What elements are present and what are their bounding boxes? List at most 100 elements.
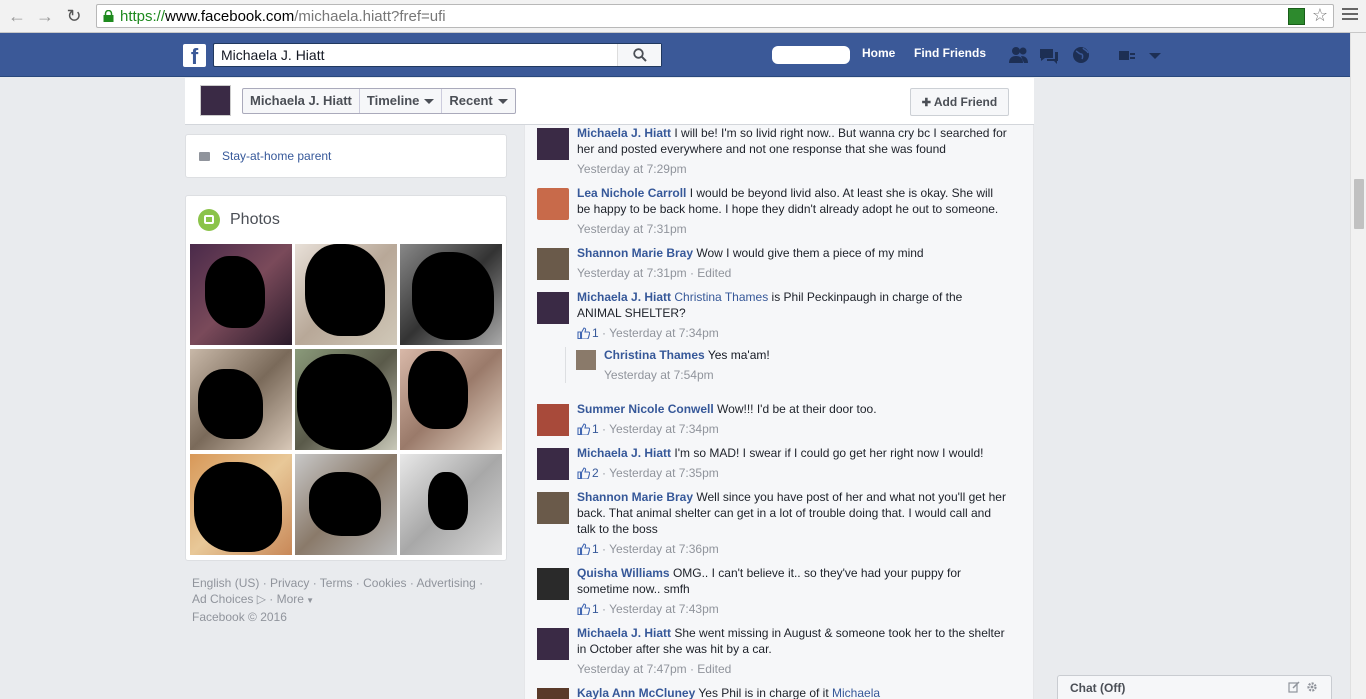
- chat-bar[interactable]: Chat (Off): [1057, 675, 1332, 699]
- avatar[interactable]: [537, 128, 569, 160]
- like-count[interactable]: 2: [592, 466, 599, 480]
- search-input[interactable]: [214, 44, 624, 66]
- notifications-globe-icon[interactable]: [1070, 45, 1092, 65]
- photo-thumbnail[interactable]: [190, 244, 292, 345]
- comment-timestamp[interactable]: Yesterday at 7:34pm: [609, 422, 719, 436]
- commenter-name[interactable]: Michaela J. Hiatt: [577, 290, 671, 304]
- photos-card: Photos: [185, 195, 507, 561]
- friend-requests-icon[interactable]: [1008, 45, 1030, 65]
- account-menu-caret-icon[interactable]: [1144, 45, 1166, 65]
- messages-icon[interactable]: [1038, 45, 1060, 65]
- avatar[interactable]: [537, 628, 569, 660]
- photos-title[interactable]: Photos: [230, 211, 280, 229]
- like-count[interactable]: 1: [592, 602, 599, 616]
- like-thumb-icon[interactable]: [577, 467, 590, 479]
- comment-timestamp[interactable]: Yesterday at 7:34pm: [609, 326, 719, 340]
- forward-icon[interactable]: →: [34, 6, 56, 26]
- compose-icon[interactable]: [1288, 681, 1300, 693]
- commenter-name[interactable]: Michaela J. Hiatt: [577, 126, 671, 140]
- comments-feed: Michaela J. Hiatt I will be! I'm so livi…: [524, 125, 1034, 699]
- avatar[interactable]: [537, 404, 569, 436]
- comment-meta: 2 · Yesterday at 7:35pm: [577, 465, 1009, 481]
- photo-thumbnail[interactable]: [295, 349, 397, 450]
- photo-thumbnail[interactable]: [295, 454, 397, 555]
- like-count[interactable]: 1: [592, 326, 599, 340]
- commenter-name[interactable]: Shannon Marie Bray: [577, 246, 693, 260]
- profile-name-button[interactable]: Michaela J. Hiatt: [243, 89, 360, 113]
- page-scrollbar[interactable]: [1350, 33, 1366, 699]
- avatar[interactable]: [537, 688, 569, 699]
- comment-timestamp[interactable]: Yesterday at 7:36pm: [609, 542, 719, 556]
- comment-meta[interactable]: Yesterday at 7:54pm: [604, 367, 984, 383]
- avatar[interactable]: [537, 568, 569, 600]
- like-thumb-icon[interactable]: [577, 327, 590, 339]
- footer-links[interactable]: English (US) · Privacy · Terms · Cookies…: [192, 575, 502, 591]
- ad-choices-icon: ▷: [253, 592, 266, 606]
- add-friend-icon: ✚: [921, 97, 931, 109]
- facebook-logo-icon[interactable]: f: [183, 44, 206, 67]
- like-thumb-icon[interactable]: [577, 423, 590, 435]
- like-thumb-icon[interactable]: [577, 543, 590, 555]
- photo-thumbnail[interactable]: [190, 454, 292, 555]
- scrollbar-thumb[interactable]: [1354, 179, 1364, 229]
- url-domain: www.facebook.com: [165, 8, 295, 25]
- photo-thumbnail[interactable]: [190, 349, 292, 450]
- comment-meta[interactable]: Yesterday at 7:29pm: [577, 161, 1009, 177]
- avatar[interactable]: [537, 292, 569, 324]
- commenter-name[interactable]: Michaela J. Hiatt: [577, 626, 671, 640]
- comment-timestamp[interactable]: Yesterday at 7:43pm: [609, 602, 719, 616]
- briefcase-icon: [199, 152, 210, 161]
- reload-icon[interactable]: ↻: [63, 6, 85, 26]
- comment-meta[interactable]: Yesterday at 7:31pm: [577, 221, 1009, 237]
- like-count[interactable]: 1: [592, 542, 599, 556]
- photo-thumbnail[interactable]: [295, 244, 397, 345]
- add-friend-label: Add Friend: [933, 95, 998, 109]
- back-icon[interactable]: ←: [6, 6, 28, 26]
- more-link[interactable]: · More: [266, 592, 304, 606]
- comment-meta[interactable]: Yesterday at 7:47pm · Edited: [577, 661, 1009, 677]
- intro-card: Stay-at-home parent: [185, 134, 507, 178]
- add-friend-button[interactable]: ✚ Add Friend: [910, 88, 1009, 116]
- comment-meta: 1 · Yesterday at 7:34pm: [577, 325, 1009, 341]
- avatar[interactable]: [537, 188, 569, 220]
- comment-reply: Christina Thames Yes ma'am! Yesterday at…: [565, 347, 995, 383]
- commenter-name[interactable]: Kayla Ann McCluney: [577, 686, 695, 699]
- photo-thumbnail[interactable]: [400, 244, 502, 345]
- like-count[interactable]: 1: [592, 422, 599, 436]
- comment-meta[interactable]: Yesterday at 7:31pm · Edited: [577, 265, 1009, 281]
- commenter-name[interactable]: Christina Thames: [604, 348, 705, 362]
- redacted-profile-name: [772, 46, 850, 64]
- profile-mini-avatar[interactable]: [200, 85, 231, 116]
- browser-menu-icon[interactable]: [1342, 8, 1358, 22]
- avatar[interactable]: [537, 448, 569, 480]
- avatar[interactable]: [537, 248, 569, 280]
- avatar[interactable]: [576, 350, 596, 370]
- occupation-link[interactable]: Stay-at-home parent: [222, 149, 331, 163]
- comment-body: Michaela J. Hiatt I'm so MAD! I swear if…: [577, 445, 1009, 481]
- privacy-shortcuts-icon[interactable]: [1116, 45, 1138, 65]
- mention-link[interactable]: Michaela: [832, 686, 880, 699]
- gear-icon[interactable]: [1306, 681, 1318, 693]
- commenter-name[interactable]: Michaela J. Hiatt: [577, 446, 671, 460]
- timeline-dropdown[interactable]: Timeline: [360, 89, 443, 113]
- like-thumb-icon[interactable]: [577, 603, 590, 615]
- comment-timestamp[interactable]: Yesterday at 7:35pm: [609, 466, 719, 480]
- ad-choices-link[interactable]: Ad Choices: [192, 592, 253, 606]
- recent-dropdown[interactable]: Recent: [442, 89, 514, 113]
- address-bar[interactable]: https://www.facebook.com/michaela.hiatt?…: [96, 4, 1334, 28]
- photo-thumbnail[interactable]: [400, 454, 502, 555]
- commenter-name[interactable]: Shannon Marie Bray: [577, 490, 693, 504]
- commenter-name[interactable]: Summer Nicole Conwell: [577, 402, 714, 416]
- avatar[interactable]: [537, 492, 569, 524]
- bookmark-star-icon[interactable]: ☆: [1312, 5, 1328, 26]
- extension-icon[interactable]: [1288, 8, 1305, 25]
- find-friends-link[interactable]: Find Friends: [914, 46, 986, 60]
- photo-thumbnail[interactable]: [400, 349, 502, 450]
- search-button[interactable]: [617, 44, 661, 66]
- chevron-down-icon: [497, 99, 508, 105]
- mention-link[interactable]: Christina Thames: [674, 290, 768, 304]
- commenter-name[interactable]: Quisha Williams: [577, 566, 670, 580]
- footer-links-2[interactable]: Ad Choices ▷ · More ▼: [192, 591, 502, 609]
- home-link[interactable]: Home: [862, 46, 895, 60]
- commenter-name[interactable]: Lea Nichole Carroll: [577, 186, 686, 200]
